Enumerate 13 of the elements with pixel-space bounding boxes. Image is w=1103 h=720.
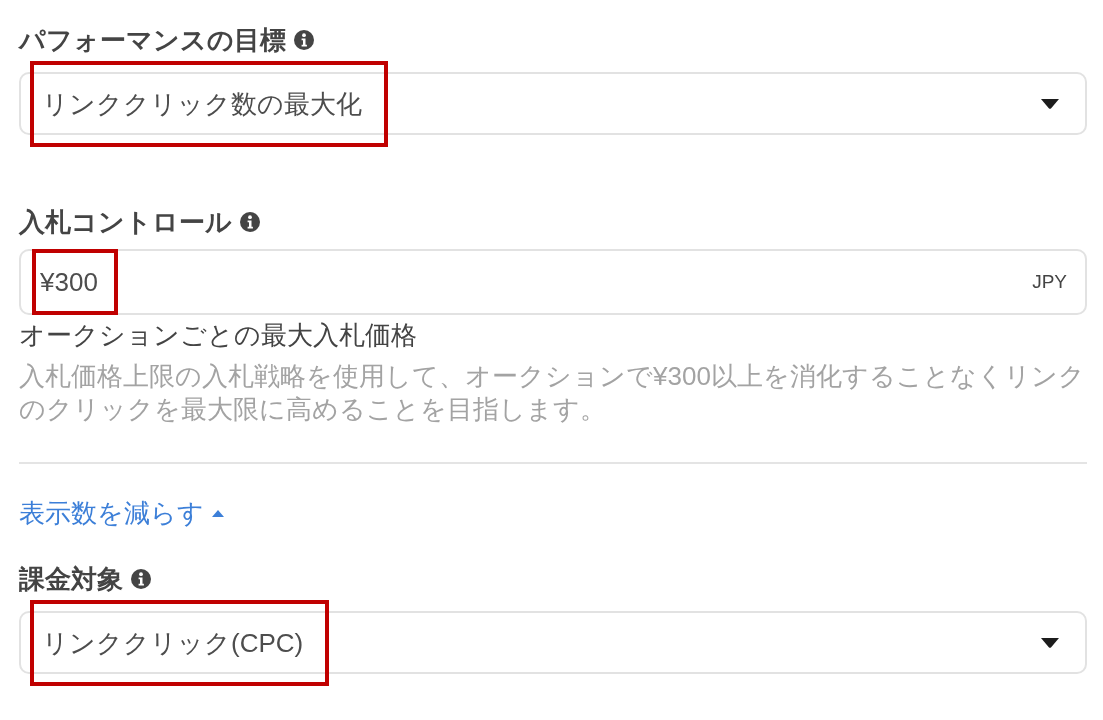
caret-down-icon: [1041, 98, 1059, 109]
field-label: 課金対象: [19, 563, 123, 596]
info-icon[interactable]: [240, 212, 260, 232]
help-text: 入札価格上限の入札戦略を使用して、オークションで¥300以上を消化することなくリンクのクリックを最大限に高めることを目指します。: [19, 360, 1086, 426]
caret-down-icon: [1041, 637, 1059, 648]
field-label: パフォーマンスの目標: [19, 24, 286, 57]
show-less-link[interactable]: 表示数を減らす: [19, 495, 224, 531]
info-icon[interactable]: [131, 569, 151, 589]
field-caption: オークションごとの最大入札価格: [19, 319, 418, 352]
field-label: 入札コントロール: [19, 206, 232, 239]
info-icon[interactable]: [294, 30, 314, 50]
input-field[interactable]: ¥300 JPY: [19, 249, 1087, 315]
currency-suffix: JPY: [1032, 271, 1067, 293]
